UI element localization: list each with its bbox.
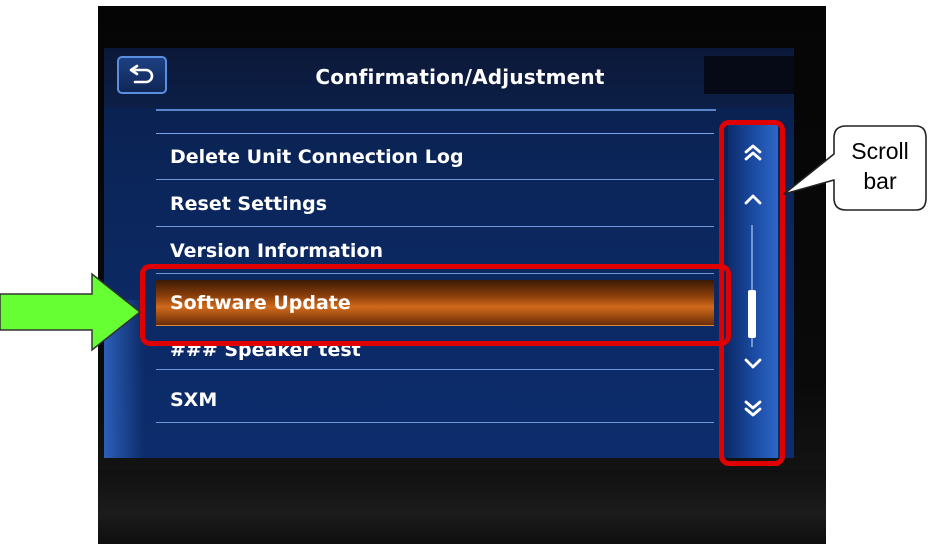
pointer-arrow-icon bbox=[0, 272, 142, 352]
back-button[interactable] bbox=[117, 56, 167, 94]
callout-label: Scroll bar bbox=[832, 124, 928, 208]
header-right-panel bbox=[704, 56, 794, 94]
bezel-lower bbox=[98, 470, 826, 544]
callout-line-2: bar bbox=[863, 168, 897, 194]
menu-item-sxm[interactable]: SXM bbox=[156, 377, 714, 423]
page-title: Confirmation/Adjustment bbox=[315, 65, 605, 89]
highlight-box-software-update bbox=[140, 264, 731, 346]
menu-item-delete-unit-connection-log[interactable]: Delete Unit Connection Log bbox=[156, 134, 714, 180]
back-arrow-icon bbox=[129, 62, 155, 88]
callout-line-1: Scroll bbox=[851, 138, 909, 164]
menu-item-reset-settings[interactable]: Reset Settings bbox=[156, 181, 714, 227]
header-divider bbox=[156, 109, 716, 111]
